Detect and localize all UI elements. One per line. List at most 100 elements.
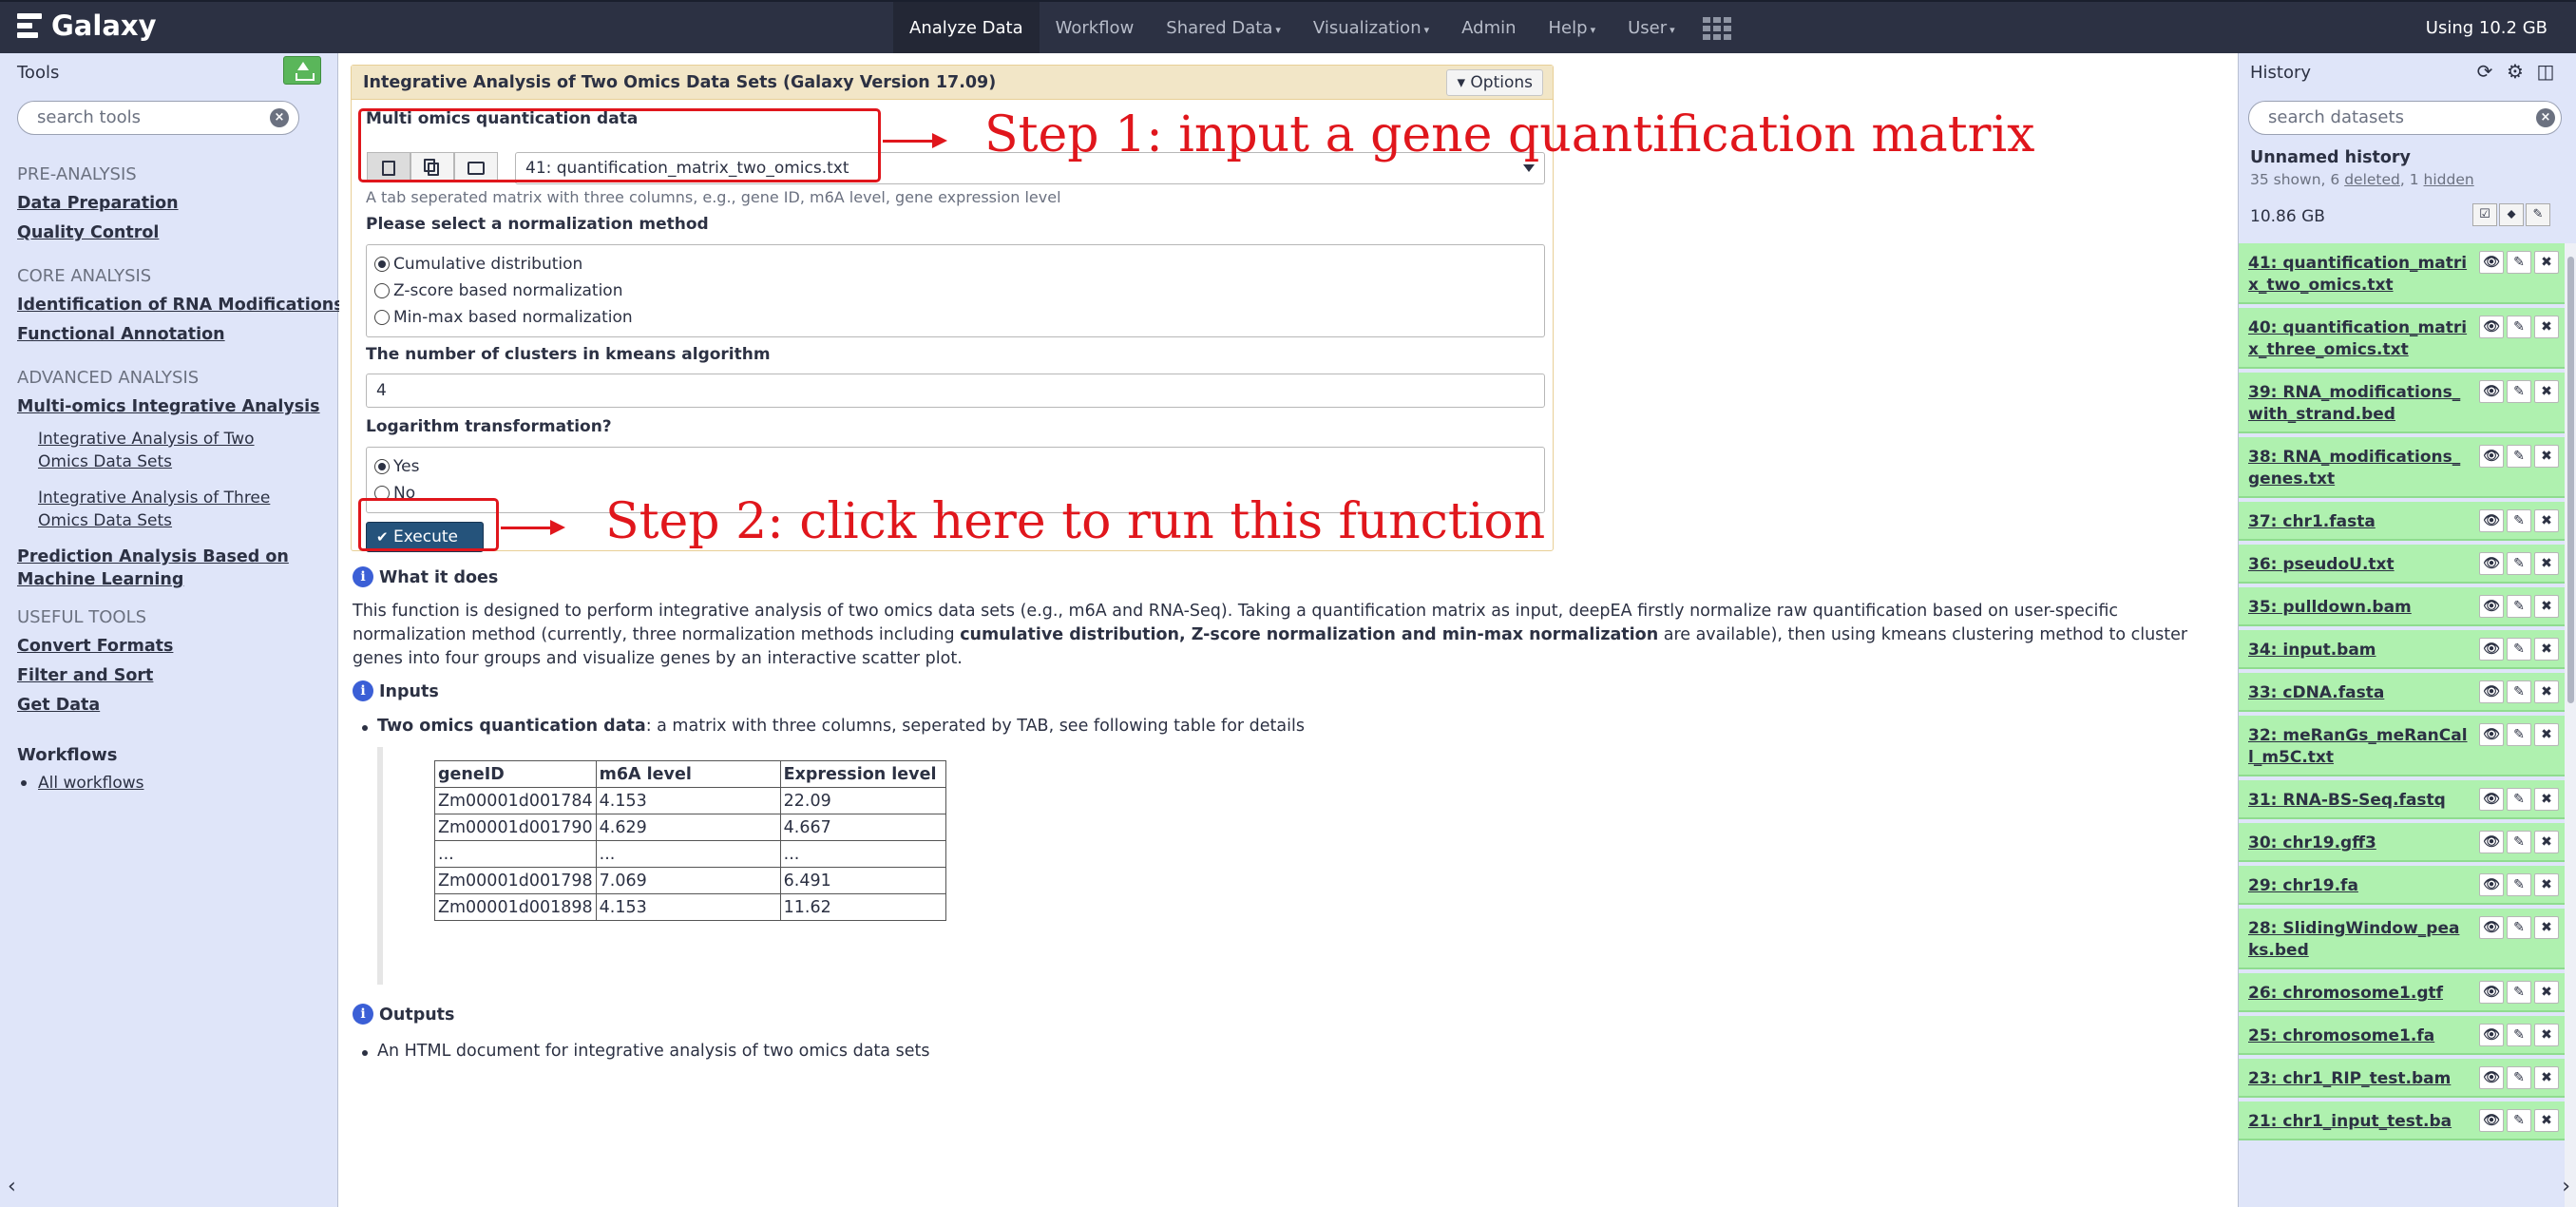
- history-item-title[interactable]: 37: chr1.fasta: [2248, 512, 2376, 531]
- pencil-icon[interactable]: ✎: [2507, 981, 2531, 1004]
- history-item-title[interactable]: 35: pulldown.bam: [2248, 598, 2412, 617]
- tool-functional-annotation[interactable]: Functional Annotation: [17, 320, 331, 350]
- pencil-icon[interactable]: ✎: [2507, 316, 2531, 338]
- history-item-title[interactable]: 34: input.bam: [2248, 641, 2376, 660]
- delete-icon[interactable]: ✖: [2534, 638, 2559, 661]
- history-item-title[interactable]: 36: pseudoU.txt: [2248, 555, 2395, 574]
- pencil-icon[interactable]: ✎: [2507, 680, 2531, 703]
- history-item-title[interactable]: 21: chr1_input_test.ba: [2248, 1112, 2452, 1131]
- history-item[interactable]: 29: chr19.fa 👁 ✎ ✖: [2239, 866, 2565, 905]
- norm-option-zscore[interactable]: Z-score based normalization: [374, 281, 622, 300]
- history-item[interactable]: 28: SlidingWindow_peaks.bed 👁 ✎ ✖: [2239, 909, 2565, 969]
- history-item[interactable]: 41: quantification_matrix_two_omics.txt 👁…: [2239, 243, 2565, 304]
- annotation-icon[interactable]: ✎: [2526, 203, 2550, 226]
- nav-help[interactable]: Help ▾: [1533, 2, 1612, 55]
- tool-get-data[interactable]: Get Data: [17, 691, 331, 720]
- tool-multi-omics[interactable]: Multi-omics Integrative Analysis: [17, 393, 331, 422]
- eye-icon[interactable]: 👁: [2479, 831, 2504, 853]
- history-item-title[interactable]: 26: chromosome1.gtf: [2248, 984, 2443, 1003]
- history-scrollbar[interactable]: [2565, 243, 2576, 1207]
- columns-icon[interactable]: ◫: [2535, 61, 2556, 82]
- eye-icon[interactable]: 👁: [2479, 873, 2504, 896]
- eye-icon[interactable]: 👁: [2479, 552, 2504, 575]
- tool-data-preparation[interactable]: Data Preparation: [17, 189, 331, 219]
- select-items-icon[interactable]: ☑: [2472, 203, 2497, 226]
- upload-icon[interactable]: [283, 56, 321, 85]
- pencil-icon[interactable]: ✎: [2507, 873, 2531, 896]
- pencil-icon[interactable]: ✎: [2507, 1109, 2531, 1132]
- history-item-title[interactable]: 41: quantification_matrix_two_omics.txt: [2248, 254, 2467, 295]
- delete-icon[interactable]: ✖: [2534, 1066, 2559, 1089]
- eye-icon[interactable]: 👁: [2479, 445, 2504, 468]
- delete-icon[interactable]: ✖: [2534, 251, 2559, 274]
- tool-quality-control[interactable]: Quality Control: [17, 219, 331, 248]
- pencil-icon[interactable]: ✎: [2507, 251, 2531, 274]
- tool-convert-formats[interactable]: Convert Formats: [17, 632, 331, 661]
- nav-workflow[interactable]: Workflow: [1040, 2, 1151, 55]
- kmeans-clusters-input[interactable]: 4: [366, 374, 1545, 408]
- deleted-link[interactable]: deleted: [2344, 171, 2400, 188]
- eye-icon[interactable]: 👁: [2479, 251, 2504, 274]
- nav-admin[interactable]: Admin: [1445, 2, 1532, 55]
- clear-search-icon[interactable]: ×: [2536, 108, 2555, 127]
- collapse-right-icon[interactable]: ›: [2562, 1175, 2570, 1198]
- apps-grid-icon[interactable]: [1701, 2, 1733, 55]
- eye-icon[interactable]: 👁: [2479, 638, 2504, 661]
- nav-visualization[interactable]: Visualization ▾: [1297, 2, 1445, 55]
- history-item[interactable]: 31: RNA-BS-Seq.fastq 👁 ✎ ✖: [2239, 780, 2565, 819]
- galaxy-brand[interactable]: Galaxy: [17, 10, 157, 42]
- eye-icon[interactable]: 👁: [2479, 1109, 2504, 1132]
- history-item[interactable]: 40: quantification_matrix_three_omics.tx…: [2239, 308, 2565, 369]
- tool-rna-modifications[interactable]: Identification of RNA Modifications: [17, 291, 344, 320]
- refresh-icon[interactable]: ⟳: [2474, 61, 2495, 82]
- eye-icon[interactable]: 👁: [2479, 509, 2504, 532]
- pencil-icon[interactable]: ✎: [2507, 638, 2531, 661]
- history-item[interactable]: 38: RNA_modifications_genes.txt 👁 ✎ ✖: [2239, 437, 2565, 498]
- history-item[interactable]: 37: chr1.fasta 👁 ✎ ✖: [2239, 502, 2565, 541]
- eye-icon[interactable]: 👁: [2479, 723, 2504, 746]
- delete-icon[interactable]: ✖: [2534, 595, 2559, 618]
- eye-icon[interactable]: 👁: [2479, 981, 2504, 1004]
- eye-icon[interactable]: 👁: [2479, 380, 2504, 403]
- history-item[interactable]: 35: pulldown.bam 👁 ✎ ✖: [2239, 587, 2565, 626]
- history-item[interactable]: 25: chromosome1.fa 👁 ✎ ✖: [2239, 1016, 2565, 1055]
- tags-icon[interactable]: ⬥: [2499, 203, 2524, 226]
- eye-icon[interactable]: 👁: [2479, 1024, 2504, 1046]
- pencil-icon[interactable]: ✎: [2507, 445, 2531, 468]
- history-item-title[interactable]: 30: chr19.gff3: [2248, 833, 2376, 853]
- delete-icon[interactable]: ✖: [2534, 380, 2559, 403]
- collapse-left-icon[interactable]: ‹: [8, 1175, 16, 1198]
- history-item[interactable]: 33: cDNA.fasta 👁 ✎ ✖: [2239, 673, 2565, 712]
- history-item-title[interactable]: 23: chr1_RIP_test.bam: [2248, 1069, 2451, 1088]
- nav-shared-data[interactable]: Shared Data ▾: [1150, 2, 1297, 55]
- history-item-title[interactable]: 33: cDNA.fasta: [2248, 683, 2384, 702]
- history-item[interactable]: 39: RNA_modifications_with_strand.bed 👁 ✎ ✖: [2239, 373, 2565, 433]
- delete-icon[interactable]: ✖: [2534, 1024, 2559, 1046]
- delete-icon[interactable]: ✖: [2534, 680, 2559, 703]
- norm-option-minmax[interactable]: Min-max based normalization: [374, 308, 633, 327]
- delete-icon[interactable]: ✖: [2534, 916, 2559, 939]
- history-item-title[interactable]: 31: RNA-BS-Seq.fastq: [2248, 791, 2446, 810]
- eye-icon[interactable]: 👁: [2479, 680, 2504, 703]
- history-item-title[interactable]: 32: meRanGs_meRanCall_m5C.txt: [2248, 726, 2468, 767]
- history-item[interactable]: 21: chr1_input_test.ba 👁 ✎ ✖: [2239, 1102, 2565, 1140]
- dataset-search-input[interactable]: search datasets ×: [2248, 101, 2562, 135]
- pencil-icon[interactable]: ✎: [2507, 552, 2531, 575]
- eye-icon[interactable]: 👁: [2479, 788, 2504, 811]
- eye-icon[interactable]: 👁: [2479, 916, 2504, 939]
- delete-icon[interactable]: ✖: [2534, 552, 2559, 575]
- tool-search-input[interactable]: search tools ×: [17, 101, 299, 135]
- delete-icon[interactable]: ✖: [2534, 788, 2559, 811]
- history-item-title[interactable]: 25: chromosome1.fa: [2248, 1026, 2434, 1045]
- pencil-icon[interactable]: ✎: [2507, 595, 2531, 618]
- hidden-link[interactable]: hidden: [2424, 171, 2474, 188]
- all-workflows-link[interactable]: All workflows: [17, 770, 331, 796]
- gear-icon[interactable]: ⚙: [2505, 61, 2526, 82]
- delete-icon[interactable]: ✖: [2534, 445, 2559, 468]
- history-item[interactable]: 32: meRanGs_meRanCall_m5C.txt 👁 ✎ ✖: [2239, 716, 2565, 776]
- eye-icon[interactable]: 👁: [2479, 316, 2504, 338]
- tool-three-omics[interactable]: Integrative Analysis of Three Omics Data…: [17, 487, 302, 532]
- tool-prediction-analysis[interactable]: Prediction Analysis Based on Machine Lea…: [17, 546, 293, 591]
- norm-option-cumulative[interactable]: Cumulative distribution: [374, 255, 582, 274]
- pencil-icon[interactable]: ✎: [2507, 788, 2531, 811]
